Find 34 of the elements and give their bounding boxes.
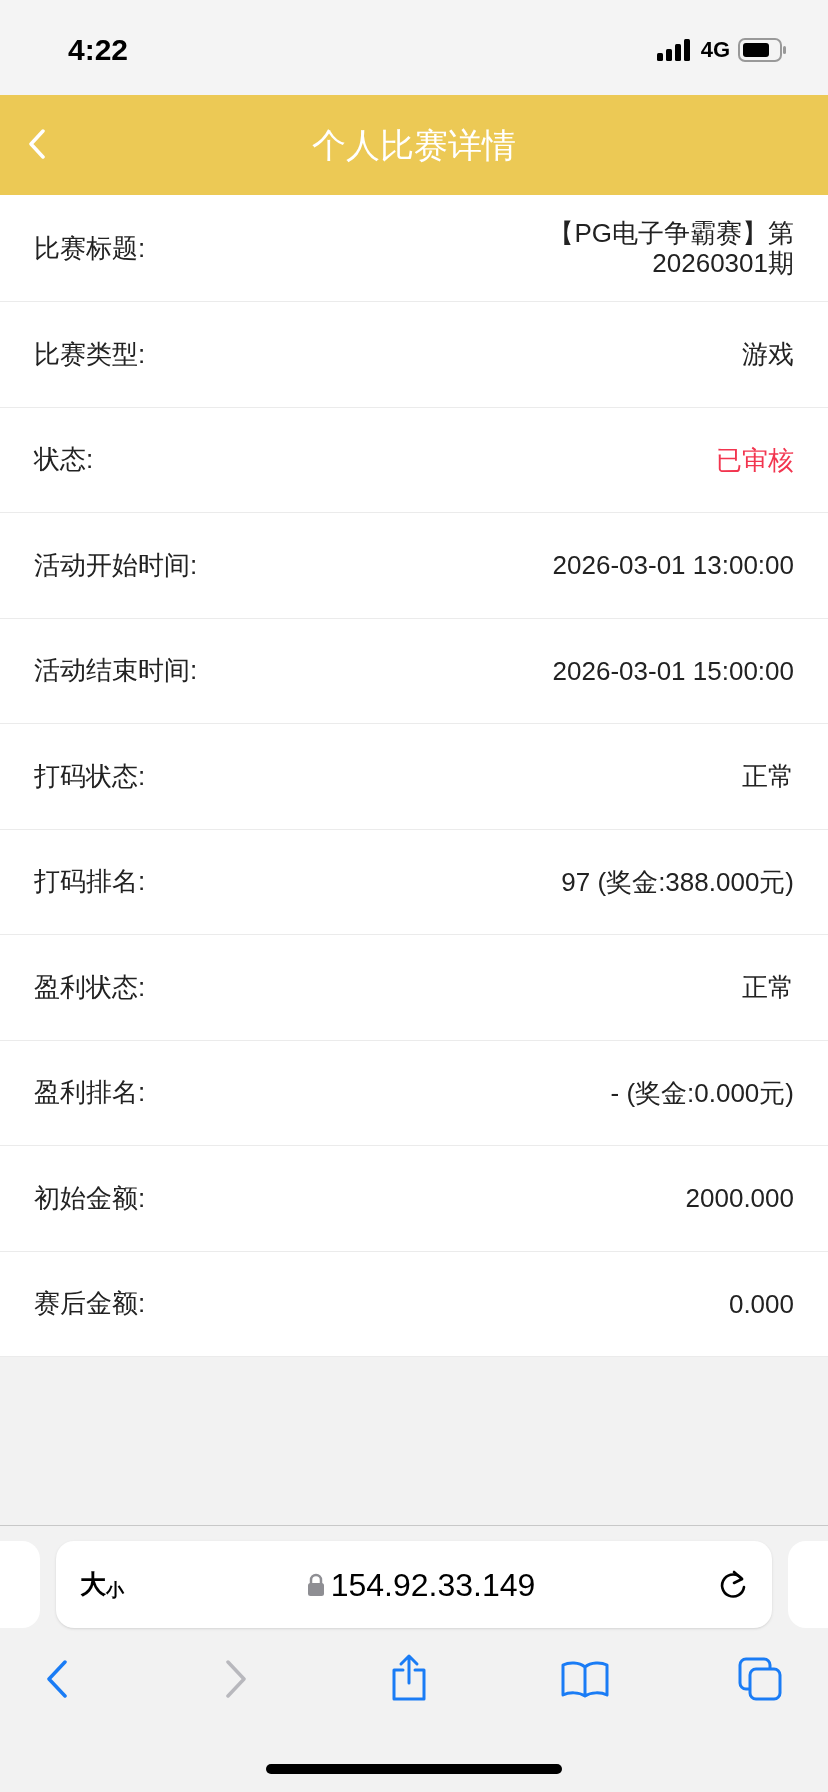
field-label: 比赛标题: — [34, 231, 146, 265]
field-label: 打码状态: — [34, 759, 146, 793]
field-label: 赛后金额: — [34, 1287, 146, 1321]
field-label: 比赛类型: — [34, 337, 146, 371]
field-value: 正常 — [742, 761, 794, 792]
network-label: 4G — [700, 36, 730, 64]
status-time: 4:22 — [68, 32, 129, 68]
book-icon[interactable] — [561, 1660, 609, 1698]
field-value: 2026-03-01 13:00:00 — [552, 550, 794, 581]
field-value: 游戏 — [742, 339, 794, 370]
field-value: 0.000 — [728, 1288, 794, 1319]
field-label: 活动结束时间: — [34, 654, 198, 688]
battery-icon — [738, 37, 788, 62]
field-label: 活动开始时间: — [34, 548, 198, 582]
reload-icon[interactable] — [718, 1568, 748, 1601]
field-label: 打码排名: — [34, 865, 146, 899]
signal-icon — [656, 38, 693, 61]
page-title: 个人比赛详情 — [312, 124, 516, 166]
field-value: 97 (奖金:388.000元) — [561, 866, 794, 897]
lock-icon — [306, 1572, 325, 1597]
back-icon[interactable] — [46, 1660, 68, 1698]
field-value: 正常 — [742, 972, 794, 1003]
field-label: 初始金额: — [34, 1181, 146, 1215]
url-text: 154.92.33.149 — [330, 1565, 536, 1605]
share-icon[interactable] — [390, 1653, 428, 1701]
field-value: - (奖金:0.000元) — [610, 1077, 794, 1108]
field-value: 2000.000 — [685, 1183, 794, 1214]
field-value: 2026-03-01 15:00:00 — [552, 655, 794, 686]
field-label: 盈利排名: — [34, 1076, 146, 1110]
field-label: 状态: — [34, 443, 94, 477]
field-value: 【PG电子争霸赛】第20260301期 — [547, 218, 794, 278]
tabs-icon[interactable] — [738, 1657, 782, 1701]
field-label: 盈利状态: — [34, 970, 146, 1004]
field-value: 已审核 — [716, 444, 794, 475]
